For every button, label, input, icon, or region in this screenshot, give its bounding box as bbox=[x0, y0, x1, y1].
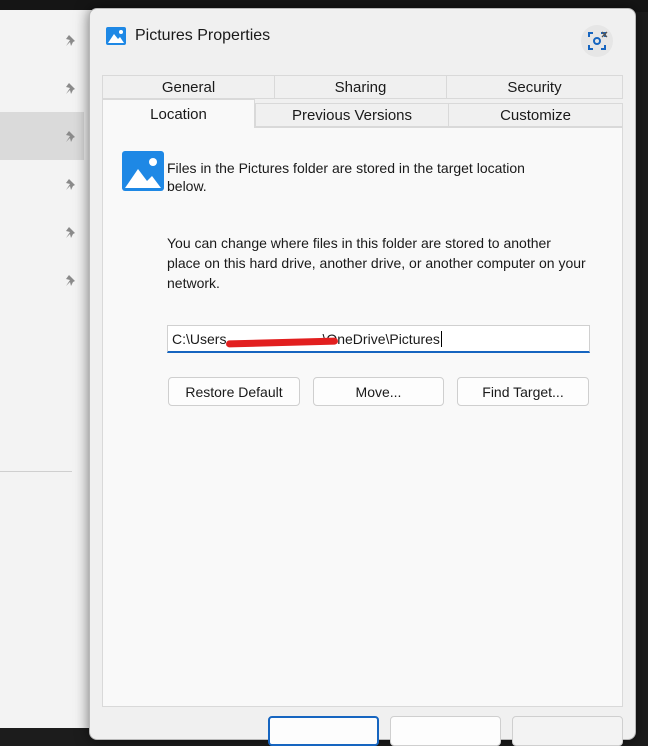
find-target-button[interactable]: Find Target... bbox=[457, 377, 589, 406]
pictures-folder-icon bbox=[106, 27, 126, 45]
dialog-titlebar[interactable]: Pictures Properties bbox=[90, 9, 635, 59]
pin-icon[interactable] bbox=[64, 226, 78, 240]
close-button[interactable] bbox=[581, 25, 613, 57]
button-label: Move... bbox=[355, 383, 402, 400]
location-info-text: Files in the Pictures folder are stored … bbox=[167, 160, 525, 194]
tab-label: General bbox=[161, 78, 216, 96]
pictures-folder-icon bbox=[122, 151, 164, 191]
cancel-button[interactable] bbox=[390, 716, 501, 746]
restore-default-button[interactable]: Restore Default bbox=[168, 377, 300, 406]
pin-icon[interactable] bbox=[64, 130, 78, 144]
tab-label: Security bbox=[507, 78, 562, 96]
location-explanation-text: You can change where files in this folde… bbox=[167, 235, 586, 291]
tab-panel-location bbox=[102, 127, 623, 707]
dialog-title: Pictures Properties bbox=[135, 27, 271, 44]
text-cursor bbox=[440, 331, 442, 347]
path-prefix: C:\Users bbox=[172, 331, 227, 347]
apply-button[interactable] bbox=[512, 716, 623, 746]
tab-location[interactable]: Location bbox=[102, 99, 255, 128]
properties-dialog: Pictures Properties General Sharing Secu… bbox=[89, 8, 636, 746]
ok-button[interactable] bbox=[268, 716, 379, 746]
tab-previous-versions[interactable]: Previous Versions bbox=[255, 103, 449, 127]
button-label: Find Target... bbox=[482, 383, 564, 400]
tab-security[interactable]: Security bbox=[446, 75, 623, 99]
move-button[interactable]: Move... bbox=[313, 377, 444, 406]
pin-icon[interactable] bbox=[64, 274, 78, 288]
sidebar-divider bbox=[0, 471, 72, 472]
tab-general[interactable]: General bbox=[102, 75, 275, 99]
pin-icon[interactable] bbox=[64, 178, 78, 192]
tab-label: Previous Versions bbox=[291, 106, 413, 124]
button-label: Restore Default bbox=[185, 383, 283, 400]
tab-sharing[interactable]: Sharing bbox=[274, 75, 447, 99]
tab-label: Location bbox=[150, 105, 207, 123]
pin-icon[interactable] bbox=[64, 82, 78, 96]
tab-customize[interactable]: Customize bbox=[448, 103, 623, 127]
tab-label: Customize bbox=[500, 106, 571, 124]
close-icon bbox=[588, 31, 608, 50]
path-suffix: \OneDrive\Pictures bbox=[322, 331, 440, 347]
target-path-input[interactable]: C:\Users \OneDrive\Pictures bbox=[167, 325, 590, 353]
pin-icon[interactable] bbox=[64, 34, 78, 48]
tab-label: Sharing bbox=[334, 78, 387, 96]
